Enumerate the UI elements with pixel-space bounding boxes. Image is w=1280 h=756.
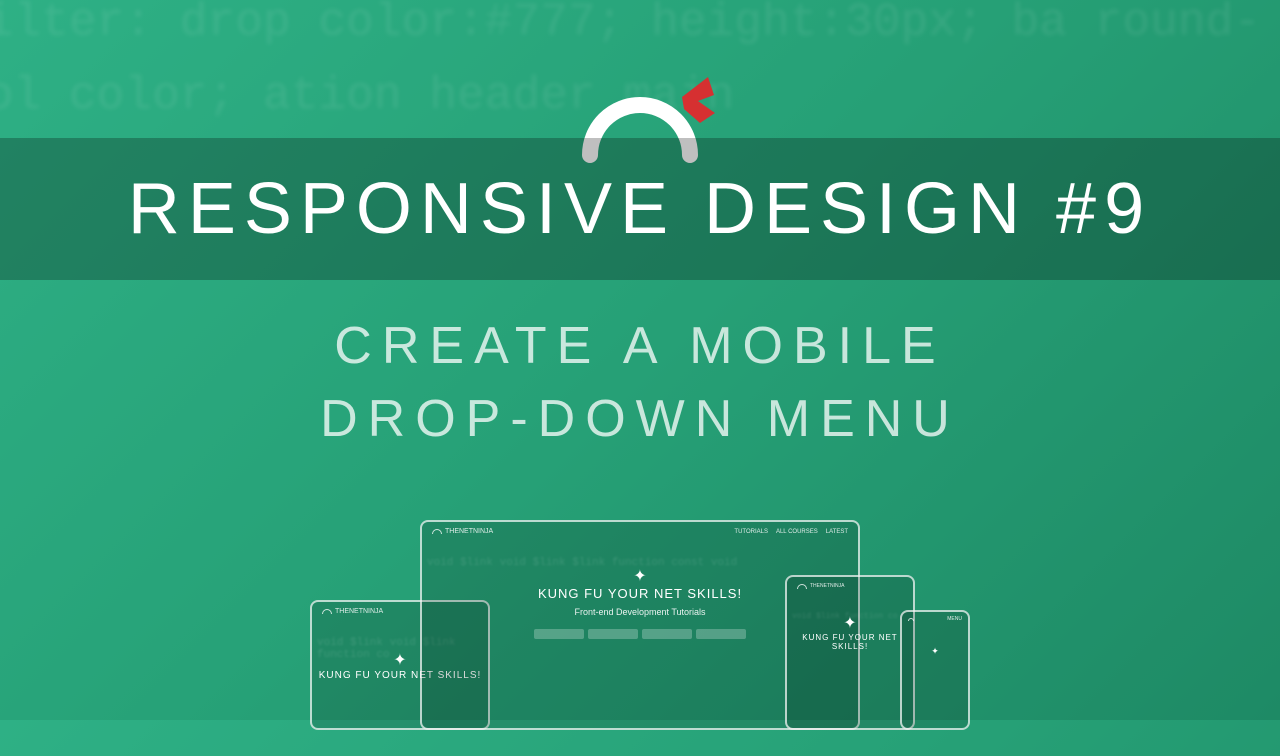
responsive-devices-illustration: THENETNINJA void $link void $link functi… <box>310 510 970 730</box>
device-brand: THENETNINJA <box>810 583 844 589</box>
device-brand: THENETNINJA <box>445 528 493 535</box>
main-title: RESPONSIVE DESIGN #9 <box>0 168 1280 250</box>
subtitle-line-2: DROP-DOWN MENU <box>0 383 1280 456</box>
device-nav: TUTORIALS ALL COURSES LATEST <box>734 529 848 535</box>
subtitle-container: CREATE A MOBILE DROP-DOWN MENU <box>0 310 1280 456</box>
device-brand: THENETNINJA <box>335 608 383 615</box>
subtitle-line-1: CREATE A MOBILE <box>0 310 1280 383</box>
phone-menu-label: MENU <box>947 616 962 622</box>
title-banner: RESPONSIVE DESIGN #9 <box>0 138 1280 280</box>
device-tablet-portrait: THENETNINJA void $link function co ✦ KUN… <box>785 575 915 730</box>
device-phone: MENU ✦ <box>900 610 970 730</box>
